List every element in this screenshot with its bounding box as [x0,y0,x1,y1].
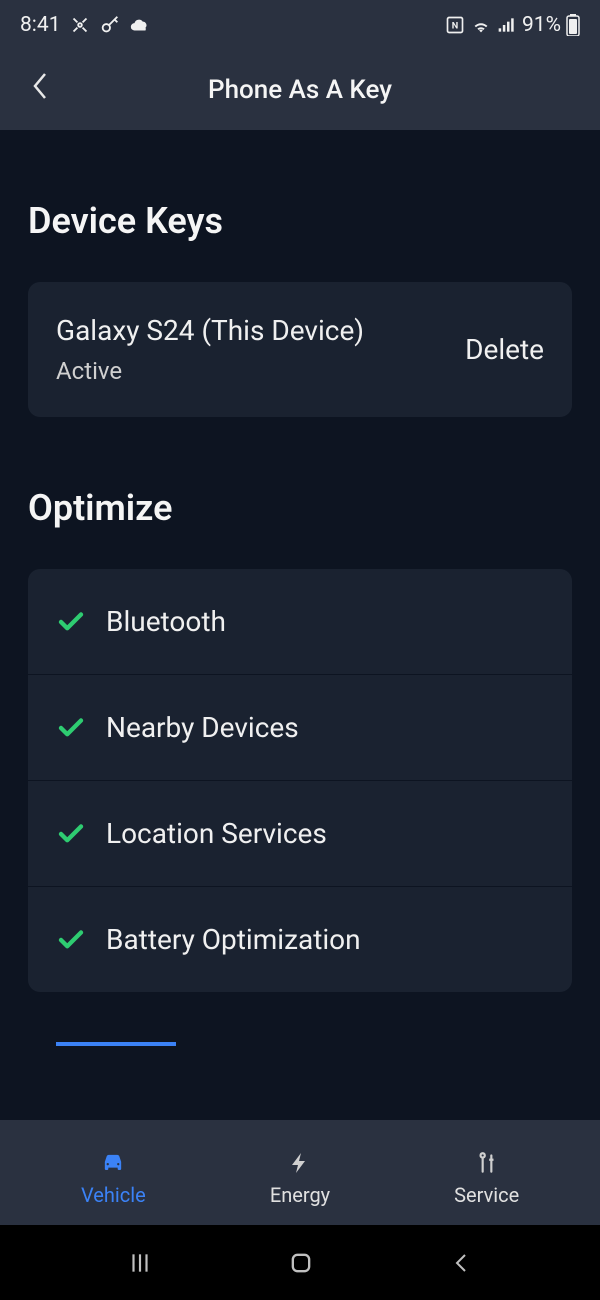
optimize-item-nearby-devices[interactable]: Nearby Devices [28,675,572,781]
app-header: Phone As A Key [0,50,600,130]
battery-icon [566,14,580,36]
nav-service[interactable]: Service [393,1149,580,1207]
nav-energy[interactable]: Energy [207,1149,394,1207]
lightning-icon [286,1149,314,1177]
main-content: Device Keys Galaxy S24 (This Device) Act… [0,130,600,1120]
nav-vehicle-label: Vehicle [81,1183,146,1207]
status-left: 8:41 [20,13,151,37]
cloud-icon [129,14,151,36]
device-status: Active [56,357,364,385]
signal-icon [497,15,517,35]
key-icon [99,14,121,36]
back-button[interactable] [30,70,50,110]
optimize-item-battery-optimization[interactable]: Battery Optimization [28,887,572,992]
bottom-nav: Vehicle Energy Service [0,1120,600,1225]
car-icon [99,1149,127,1177]
optimize-label: Battery Optimization [106,923,361,956]
nav-vehicle[interactable]: Vehicle [20,1149,207,1207]
system-nav [0,1225,600,1300]
status-battery-text: 91% [522,13,561,37]
optimize-list: Bluetooth Nearby Devices Location Servic… [28,569,572,992]
optimize-label: Bluetooth [106,605,226,638]
nav-service-label: Service [454,1183,519,1207]
page-title: Phone As A Key [20,75,580,105]
device-card: Galaxy S24 (This Device) Active Delete [28,282,572,417]
nav-energy-label: Energy [270,1183,330,1207]
check-icon [56,713,86,743]
optimize-item-location-services[interactable]: Location Services [28,781,572,887]
delete-button[interactable]: Delete [465,333,544,366]
status-right: N 91% [445,13,580,37]
optimize-label: Nearby Devices [106,711,299,744]
wifi-icon [470,14,492,36]
status-time: 8:41 [20,13,61,37]
check-icon [56,607,86,637]
device-keys-title: Device Keys [28,200,572,242]
device-info: Galaxy S24 (This Device) Active [56,314,364,385]
check-icon [56,819,86,849]
back-system-button[interactable] [449,1250,473,1276]
svg-text:N: N [452,21,458,31]
optimize-item-bluetooth[interactable]: Bluetooth [28,569,572,675]
check-icon [56,925,86,955]
tools-icon [473,1149,501,1177]
optimize-title: Optimize [28,487,572,529]
home-button[interactable] [287,1249,315,1277]
status-bar: 8:41 N 91% [0,0,600,50]
optimize-label: Location Services [106,817,327,850]
tab-indicator [56,1042,176,1046]
recents-button[interactable] [127,1250,153,1276]
nfc-icon: N [445,15,465,35]
fan-icon [69,14,91,36]
device-name: Galaxy S24 (This Device) [56,314,364,347]
